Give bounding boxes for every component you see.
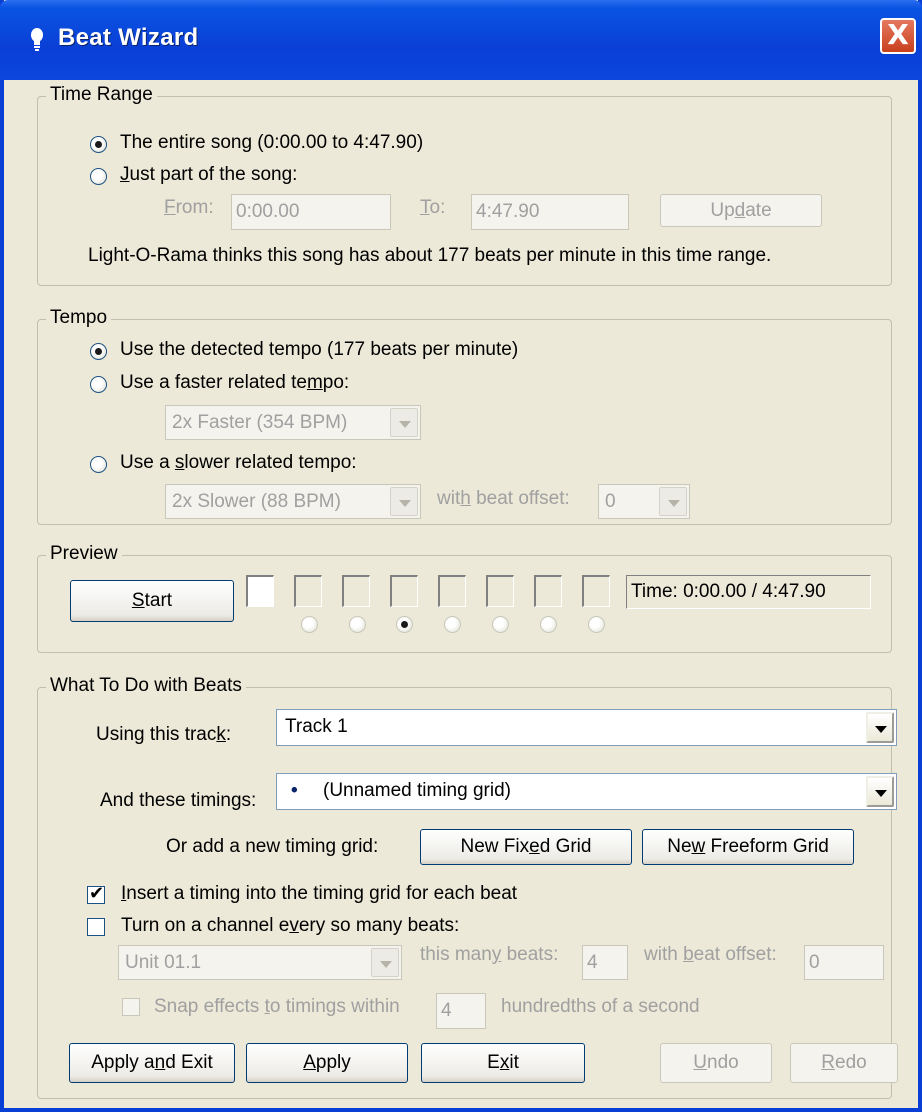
tempo-offset-select[interactable]: 0: [598, 484, 690, 519]
beat-radio[interactable]: [444, 616, 461, 633]
insert-timing-label: Insert a timing into the timing grid for…: [121, 883, 518, 904]
timings-select[interactable]: • (Unnamed timing grid): [276, 773, 897, 810]
beat-offset-input[interactable]: 0: [804, 945, 884, 980]
bpm-info-text: Light-O-Rama thinks this song has about …: [88, 245, 772, 266]
snap-effects-checkbox[interactable]: [122, 998, 140, 1016]
entire-song-label: The entire song (0:00.00 to 4:47.90): [120, 132, 424, 153]
apply-and-exit-button[interactable]: Apply and Exit: [69, 1043, 235, 1083]
beat-radio[interactable]: [492, 616, 509, 633]
slower-tempo-select[interactable]: 2x Slower (88 BPM): [165, 484, 421, 519]
chevron-down-icon: [371, 948, 399, 977]
faster-tempo-radio[interactable]: [90, 376, 107, 393]
tempo-offset-label: with beat offset:: [437, 488, 570, 509]
many-beats-input[interactable]: 4: [582, 945, 628, 980]
apply-button[interactable]: Apply: [246, 1043, 408, 1083]
to-label: To:: [420, 197, 446, 218]
slower-tempo-label: Use a slower related tempo:: [120, 452, 357, 473]
preview-time-display: Time: 0:00.00 / 4:47.90: [626, 575, 871, 609]
beat-indicator: [294, 575, 322, 607]
beat-wizard-window: Beat Wizard X Time Range The entire song…: [0, 0, 922, 1112]
new-fixed-grid-button[interactable]: New Fixed Grid: [420, 829, 632, 865]
just-part-radio[interactable]: [90, 168, 107, 185]
chevron-down-icon: [866, 776, 894, 807]
beat-radio[interactable]: [540, 616, 557, 633]
beat-radio[interactable]: [349, 616, 366, 633]
update-button[interactable]: Update: [660, 194, 822, 227]
beat-offset-label: with beat offset:: [644, 944, 777, 965]
beat-radio[interactable]: [588, 616, 605, 633]
new-grid-label: Or add a new timing grid:: [166, 836, 379, 857]
beats-legend: What To Do with Beats: [46, 675, 246, 697]
beat-indicator: [438, 575, 466, 607]
close-icon: X: [887, 18, 909, 51]
from-label: From:: [164, 197, 214, 218]
faster-tempo-label: Use a faster related tempo:: [120, 372, 350, 393]
beat-indicator: [390, 575, 418, 607]
checkmark-icon: ✔: [89, 883, 105, 904]
beat-indicator: [534, 575, 562, 607]
chevron-down-icon: [659, 487, 687, 516]
snap-effects-label: Snap effects to timings within: [154, 996, 400, 1017]
beat-radio[interactable]: [396, 616, 413, 633]
to-input[interactable]: 4:47.90: [471, 194, 629, 230]
unit-select[interactable]: Unit 01.1: [118, 945, 402, 980]
from-input[interactable]: 0:00.00: [231, 194, 391, 230]
detected-tempo-radio[interactable]: [90, 343, 107, 360]
close-button[interactable]: X: [880, 18, 916, 54]
chevron-down-icon: [866, 712, 894, 743]
new-freeform-grid-button[interactable]: New Freeform Grid: [642, 829, 854, 865]
entire-song-radio[interactable]: [90, 136, 107, 153]
time-range-legend: Time Range: [46, 84, 157, 106]
start-button[interactable]: Start: [70, 580, 234, 622]
exit-button[interactable]: Exit: [421, 1043, 585, 1083]
timings-label: And these timings:: [100, 790, 257, 811]
undo-button[interactable]: Undo: [660, 1043, 772, 1083]
beat-radio[interactable]: [301, 616, 318, 633]
insert-timing-checkbox[interactable]: ✔: [87, 883, 105, 904]
track-select[interactable]: Track 1: [276, 709, 897, 746]
beat-indicator: [342, 575, 370, 607]
many-beats-label: this many beats:: [420, 944, 559, 965]
beat-indicator: [582, 575, 610, 607]
redo-button[interactable]: Redo: [790, 1043, 898, 1083]
title-bar[interactable]: Beat Wizard X: [0, 0, 922, 80]
faster-tempo-select[interactable]: 2x Faster (354 BPM): [165, 405, 421, 440]
detected-tempo-label: Use the detected tempo (177 beats per mi…: [120, 339, 519, 360]
chevron-down-icon: [390, 487, 418, 516]
track-label: Using this track:: [96, 724, 232, 745]
snap-input[interactable]: 4: [436, 993, 486, 1029]
snap-unit-label: hundredths of a second: [501, 996, 700, 1017]
chevron-down-icon: [390, 408, 418, 437]
slower-tempo-radio[interactable]: [90, 456, 107, 473]
preview-legend: Preview: [46, 543, 122, 565]
window-title: Beat Wizard: [58, 24, 199, 51]
turn-on-channel-label: Turn on a channel every so many beats:: [121, 915, 460, 936]
beat-indicator: [246, 575, 274, 607]
turn-on-channel-checkbox[interactable]: [87, 918, 105, 936]
just-part-label: Just part of the song:: [120, 164, 298, 185]
tempo-legend: Tempo: [46, 307, 112, 329]
bulb-icon: [31, 28, 43, 51]
beat-indicator: [486, 575, 514, 607]
timing-grid-bullet: •: [291, 780, 298, 801]
